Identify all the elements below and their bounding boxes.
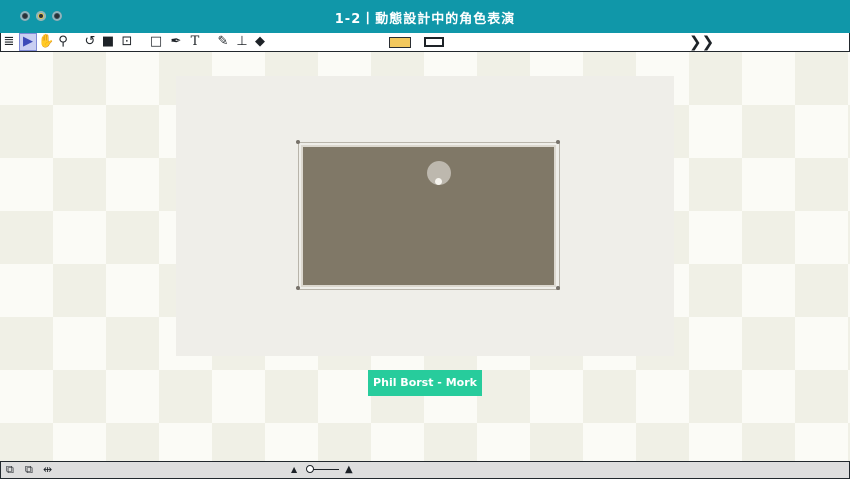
selection-handle[interactable]	[296, 286, 300, 290]
hand-icon[interactable]: ✋	[38, 34, 54, 50]
rectangle-icon[interactable]: □	[148, 34, 164, 50]
text-icon[interactable]: T	[187, 34, 203, 50]
camera-icon[interactable]: ■	[100, 34, 116, 50]
title-bar: 1-2丨動態設計中的角色表演	[0, 0, 850, 33]
menu-icon[interactable]: ≣	[1, 34, 17, 50]
expand-panel-icon[interactable]: ❯❯	[689, 33, 714, 51]
zoom-slider-knob[interactable]	[306, 465, 314, 473]
ball-highlight	[435, 178, 442, 185]
eraser-icon[interactable]: ◆	[252, 34, 268, 50]
credit-caption: Phil Borst - Mork	[368, 370, 482, 396]
status-bar: ⧉ ⧉ ⇹ ▲ ▲	[0, 461, 850, 479]
brush-icon[interactable]: ✎	[215, 34, 231, 50]
toolbar: ≣ ▶ ✋ ⚲ ↺ ■ ⊡ □ ✒ T ✎ ⊥ ◆ ❯❯	[0, 33, 850, 52]
rotate-icon[interactable]: ↺	[82, 34, 98, 50]
selection-handle[interactable]	[556, 286, 560, 290]
window-title: 1-2丨動態設計中的角色表演	[334, 12, 516, 27]
stroke-color-swatch[interactable]	[424, 37, 444, 47]
zoom-in-icon[interactable]: ▲	[345, 464, 353, 475]
layers-icon[interactable]: ⧉	[6, 463, 14, 477]
zoom-icon[interactable]: ⚲	[55, 34, 71, 50]
fill-color-swatch[interactable]	[389, 37, 411, 48]
selection-handle[interactable]	[556, 140, 560, 144]
canvas[interactable]: Phil Borst - Mork	[0, 52, 850, 461]
pen-icon[interactable]: ✒	[168, 34, 184, 50]
zoom-out-icon[interactable]: ▲	[291, 465, 297, 474]
select-arrow-icon[interactable]: ▶	[19, 33, 37, 51]
anchor-point-icon[interactable]: ⊡	[119, 34, 135, 50]
stamp-icon[interactable]: ⊥	[234, 34, 250, 50]
align-icon[interactable]: ⇹	[43, 463, 52, 476]
selection-handle[interactable]	[296, 140, 300, 144]
composition-icon[interactable]: ⧉	[25, 463, 33, 477]
